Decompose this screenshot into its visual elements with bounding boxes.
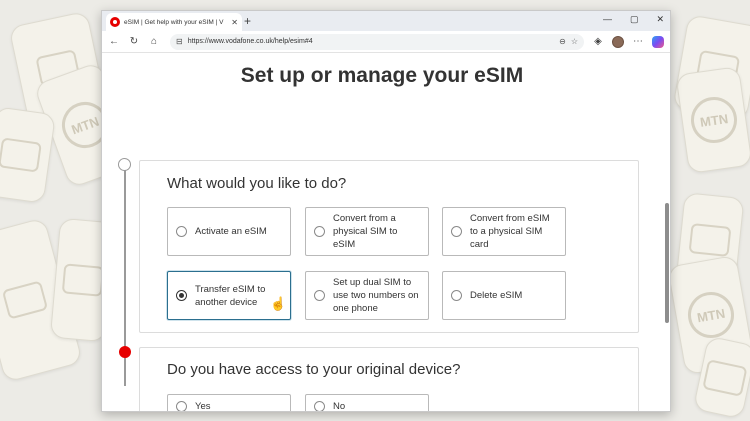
sim-chip-icon — [702, 358, 748, 397]
menu-dots-icon[interactable]: ⋯ — [632, 36, 644, 47]
option-label: Set up dual SIM to use two numbers on on… — [333, 277, 419, 314]
site-info-icon[interactable]: ⊟ — [176, 37, 183, 46]
zoom-icon[interactable]: ⊖ — [559, 37, 566, 46]
maximize-button[interactable]: ▢ — [630, 14, 639, 25]
option-label: Activate an eSIM — [195, 226, 267, 237]
step-2-marker — [119, 346, 131, 358]
option-no[interactable]: No — [305, 394, 429, 412]
option-label: Convert from eSIM to a physical SIM card — [470, 213, 550, 250]
radio-button[interactable] — [314, 401, 325, 411]
radio-button[interactable] — [451, 290, 462, 301]
background-sim-card: MTN — [675, 66, 750, 174]
page-scrollbar[interactable] — [665, 203, 669, 323]
favorite-star-icon[interactable]: ☆ — [571, 37, 578, 46]
radio-button[interactable] — [176, 290, 187, 301]
option-label: Yes — [195, 401, 211, 412]
step-2-card: Do you have access to your original devi… — [139, 347, 639, 412]
option-label: No — [333, 401, 346, 412]
new-tab-button[interactable]: + — [244, 14, 251, 28]
browser-tab[interactable]: eSIM | Get help with your eSIM | V ✕ — [106, 13, 242, 31]
sim-chip-icon — [0, 137, 42, 173]
radio-button[interactable] — [451, 226, 462, 237]
radio-button[interactable] — [176, 401, 187, 411]
option-yes[interactable]: Yes — [167, 394, 291, 412]
minimize-button[interactable]: — — [603, 14, 612, 25]
option-physical-to-esim[interactable]: Convert from a physical SIM to eSIM — [305, 207, 429, 256]
sim-chip-icon — [61, 263, 104, 297]
refresh-icon[interactable]: ↻ — [128, 36, 140, 47]
page-content: Set up or manage your eSIM What would yo… — [102, 53, 670, 412]
radio-button[interactable] — [314, 226, 325, 237]
vodafone-favicon-icon — [110, 17, 120, 27]
option-delete-esim[interactable]: Delete eSIM — [442, 271, 566, 320]
page-title: Set up or manage your eSIM — [240, 64, 524, 87]
browser-toolbar: ← ↻ ⌂ ⊟ https://www.vodafone.co.uk/help/… — [102, 31, 670, 53]
option-label: Transfer eSIM to another device — [195, 283, 266, 308]
sim-chip-icon — [688, 222, 732, 258]
radio-button[interactable] — [176, 226, 187, 237]
home-icon[interactable]: ⌂ — [148, 36, 160, 47]
step-1-question: What would you like to do? — [167, 175, 347, 192]
tab-close-icon[interactable]: ✕ — [231, 18, 238, 27]
step-2-question: Do you have access to your original devi… — [167, 361, 461, 378]
profile-avatar[interactable] — [612, 35, 624, 48]
option-label: Convert from a physical SIM to eSIM — [333, 213, 398, 250]
back-icon[interactable]: ← — [108, 36, 120, 47]
option-label: Delete eSIM — [470, 290, 523, 301]
close-window-button[interactable]: ✕ — [656, 14, 664, 25]
option-activate-esim[interactable]: Activate an eSIM — [167, 207, 291, 256]
sim-chip-icon — [1, 280, 49, 320]
option-dual-sim[interactable]: Set up dual SIM to use two numbers on on… — [305, 271, 429, 320]
browser-window: eSIM | Get help with your eSIM | V ✕ + —… — [101, 10, 671, 412]
window-controls: — ▢ ✕ — [603, 14, 664, 25]
extensions-icon[interactable]: ◈ — [592, 36, 604, 47]
mtn-logo-icon: MTN — [684, 288, 738, 342]
mouse-cursor-icon: ☝ — [270, 296, 287, 311]
background-sim-card — [0, 106, 56, 204]
tab-title: eSIM | Get help with your eSIM | V — [124, 18, 224, 26]
step-1-card: What would you like to do? Activate an e… — [139, 160, 639, 333]
option-esim-to-physical[interactable]: Convert from eSIM to a physical SIM card — [442, 207, 566, 256]
tab-bar: eSIM | Get help with your eSIM | V ✕ + —… — [102, 11, 670, 31]
address-bar[interactable]: ⊟ https://www.vodafone.co.uk/help/esim#4… — [170, 33, 584, 50]
url-text[interactable]: https://www.vodafone.co.uk/help/esim#4 — [188, 38, 554, 45]
copilot-icon[interactable] — [652, 35, 664, 48]
step-1-marker — [118, 158, 131, 171]
radio-button[interactable] — [314, 290, 325, 301]
mtn-logo-icon: MTN — [688, 94, 740, 146]
